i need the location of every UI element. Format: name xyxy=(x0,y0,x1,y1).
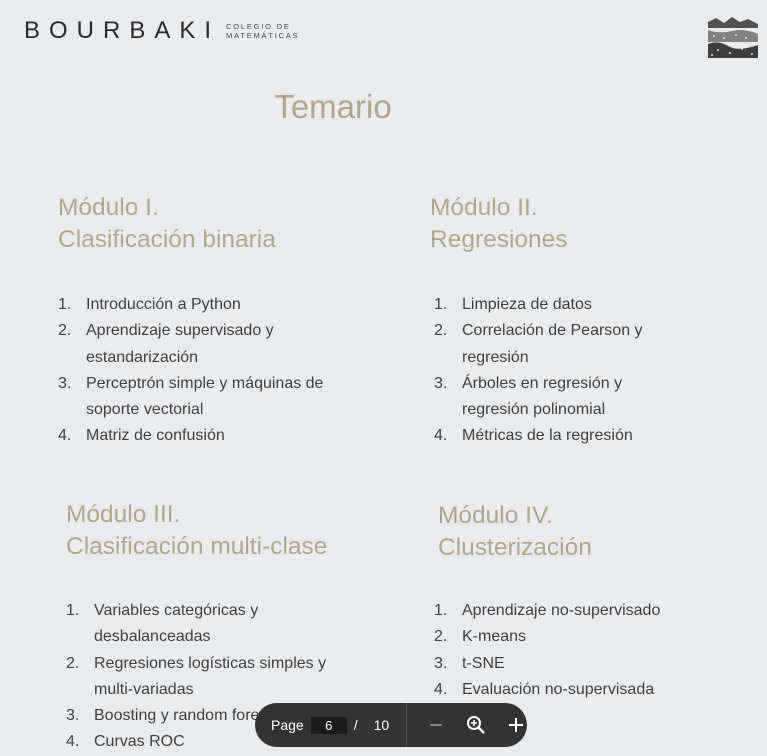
item-text: Regresiones logísticas simples y multi-v… xyxy=(94,654,327,698)
brand: BOURBAKI COLEGIO DE MATEMÁTICAS xyxy=(24,18,299,44)
topic-list: 1. Limpieza de datos 2. Correlación de Pea… xyxy=(434,292,662,450)
list-item: 1. Limpieza de datos xyxy=(434,292,662,318)
landscape-illustration-icon xyxy=(706,14,760,60)
item-number: 3. xyxy=(434,654,448,672)
module-number: Módulo III. xyxy=(66,501,181,528)
list-item: 2. K-means xyxy=(434,624,702,650)
list-item: 1. Aprendizaje no-supervisado xyxy=(434,598,702,624)
item-number: 4. xyxy=(66,733,80,751)
list-item: 1. Introducción a Python xyxy=(58,292,326,318)
zoom-button[interactable] xyxy=(465,714,487,736)
item-text: Introducción a Python xyxy=(86,296,241,313)
zoom-in-icon xyxy=(467,716,485,734)
minus-icon xyxy=(430,724,443,726)
item-text: t-SNE xyxy=(462,654,505,672)
page-separator: / xyxy=(353,717,358,733)
list-item: 4. Matriz de confusión xyxy=(58,423,326,449)
list-item: 3. Perceptrón simple y máquinas de soport… xyxy=(58,371,326,424)
item-text: Aprendizaje no-supervisado xyxy=(462,602,661,619)
item-number: 1. xyxy=(58,296,72,313)
module-heading: Módulo III. Clasificación multi-clase xyxy=(66,499,334,563)
item-text: Variables categóricas y desbalanceadas xyxy=(94,602,259,646)
zoom-out-button[interactable] xyxy=(425,714,447,736)
item-text: Matriz de confusión xyxy=(86,427,225,445)
brand-name: BOURBAKI xyxy=(24,17,221,44)
module-number: Módulo I. xyxy=(58,194,159,221)
item-number: 1. xyxy=(434,602,448,619)
item-text: Aprendizaje supervisado y estandarizació… xyxy=(86,322,274,366)
module-heading: Módulo II. Regresiones xyxy=(430,192,662,256)
module-title: Clasificación multi-clase xyxy=(66,533,328,560)
item-text: Limpieza de datos xyxy=(462,296,592,313)
module-1: Módulo I. Clasificación binaria 1. Introd… xyxy=(58,192,326,450)
list-item: 1. Variables categóricas y desbalanceadas xyxy=(66,598,334,651)
module-4: Módulo IV. Clusterización 1. Aprendizaje … xyxy=(434,500,702,703)
item-number: 4. xyxy=(58,427,72,445)
item-number: 2. xyxy=(434,322,448,340)
list-item: 2. Aprendizaje supervisado y estandarizac… xyxy=(58,318,326,371)
list-item: 2. Regresiones logísticas simples y multi… xyxy=(66,651,334,704)
module-title: Clusterización xyxy=(438,534,592,561)
item-number: 3. xyxy=(66,707,80,725)
list-item: 4. Métricas de la regresión xyxy=(434,423,662,449)
page-number-input[interactable] xyxy=(310,716,347,734)
zoom-in-button[interactable] xyxy=(505,714,527,736)
item-text: Evaluación no-supervisada xyxy=(462,680,655,698)
module-2: Módulo II. Regresiones 1. Limpieza de dat… xyxy=(430,192,662,450)
module-title: Clasificación binaria xyxy=(58,226,276,253)
item-text: Correlación de Pearson y regresión xyxy=(462,322,643,366)
brand-subtitle-line1: COLEGIO DE xyxy=(226,22,291,31)
brand-subtitle-line2: MATEMÁTICAS xyxy=(226,31,300,40)
module-number: Módulo II. xyxy=(430,194,538,221)
page-title: Temario xyxy=(274,88,392,125)
item-number: 1. xyxy=(66,602,80,619)
item-text: Árboles en regresión y regresión polinom… xyxy=(462,374,623,419)
item-text: Perceptrón simple y máquinas de soporte … xyxy=(86,374,324,419)
module-title: Regresiones xyxy=(430,226,568,253)
item-number: 2. xyxy=(66,654,80,672)
page-total: 10 xyxy=(373,717,390,733)
list-item: 3. Árboles en regresión y regresión polin… xyxy=(434,371,662,424)
topic-list: 1. Aprendizaje no-supervisado 2. K-means 3… xyxy=(434,598,702,703)
item-number: 2. xyxy=(58,322,72,340)
item-number: 4. xyxy=(434,427,448,445)
item-number: 1. xyxy=(434,296,448,313)
item-number: 2. xyxy=(434,628,448,646)
item-number: 3. xyxy=(434,374,448,392)
toolbar-divider xyxy=(406,703,408,747)
plus-icon xyxy=(509,718,524,732)
brand-subtitle: COLEGIO DE MATEMÁTICAS xyxy=(226,22,299,40)
module-heading: Módulo IV. Clusterización xyxy=(438,500,702,564)
list-item: 4. Evaluación no-supervisada xyxy=(434,677,702,703)
item-number: 3. xyxy=(58,374,72,392)
item-text: K-means xyxy=(462,628,527,646)
item-text: Métricas de la regresión xyxy=(462,427,633,445)
list-item: 3. t-SNE xyxy=(434,651,702,677)
page-navigation-toolbar: Page / 10 xyxy=(255,703,527,747)
module-heading: Módulo I. Clasificación binaria xyxy=(58,192,326,256)
topic-list: 1. Introducción a Python 2. Aprendizaje su… xyxy=(58,292,326,450)
module-number: Módulo IV. xyxy=(438,502,553,529)
page-label: Page xyxy=(271,717,304,733)
list-item: 2. Correlación de Pearson y regresión xyxy=(434,318,662,371)
item-number: 4. xyxy=(434,680,448,698)
